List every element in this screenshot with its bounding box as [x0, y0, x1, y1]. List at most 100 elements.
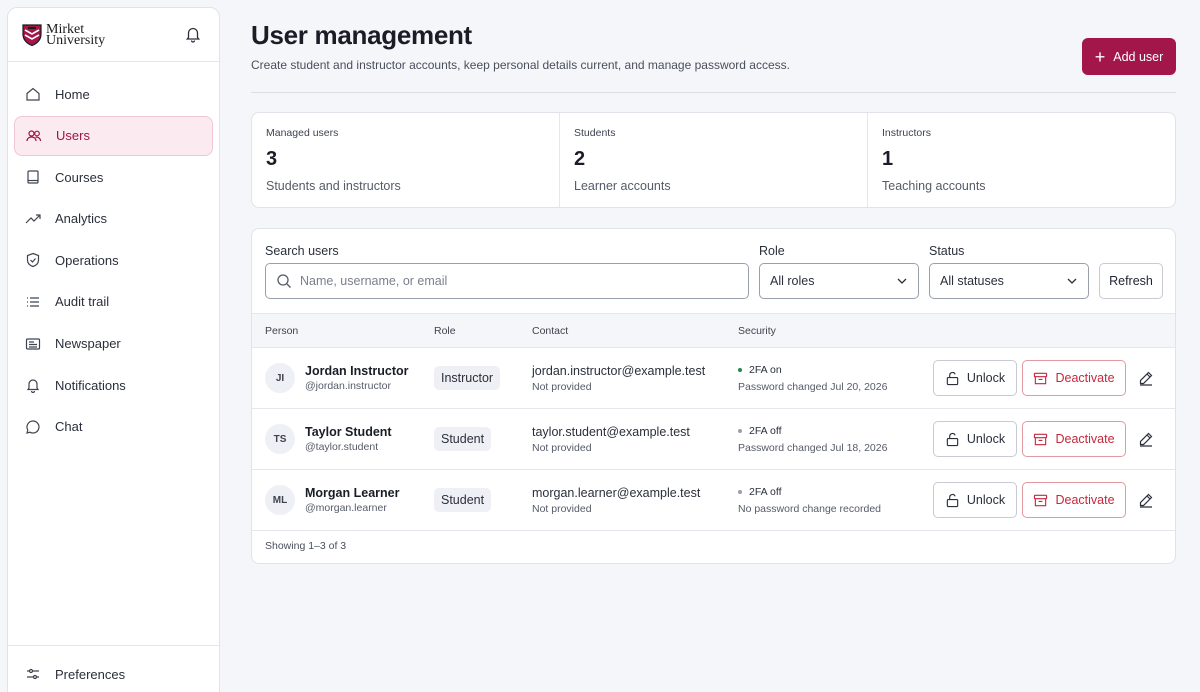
bell-icon — [26, 379, 40, 394]
deactivate-button[interactable]: Deactivate — [1022, 360, 1126, 396]
edit-button[interactable] — [1136, 368, 1156, 388]
page-subtitle: Create student and instructor accounts, … — [251, 58, 790, 72]
add-user-label: Add user — [1113, 49, 1164, 64]
sidebar-item-label: Audit trail — [55, 294, 110, 310]
contact-email: taylor.student@example.test — [532, 425, 690, 439]
contact-email: morgan.learner@example.test — [532, 486, 701, 500]
home-icon — [26, 87, 40, 101]
status-dot-icon — [738, 490, 742, 494]
sidebar-item-label: Courses — [55, 169, 104, 185]
brand-line2: University — [46, 32, 106, 48]
search-field[interactable] — [265, 263, 749, 299]
sidebar-item-label: Notifications — [55, 377, 126, 393]
role-badge: Instructor — [434, 366, 501, 390]
trend-icon — [25, 214, 41, 224]
header-divider — [251, 92, 1176, 93]
unlock-label: Unlock — [966, 432, 1006, 446]
brand[interactable]: Mirket University — [8, 8, 219, 62]
person-username: @taylor.student — [305, 441, 379, 453]
sidebar-item-operations[interactable]: Operations — [14, 240, 213, 280]
book-icon — [27, 170, 39, 184]
sidebar-item-label: Chat — [55, 419, 83, 435]
status-dot-icon — [738, 429, 742, 433]
password-status: No password change recorded — [738, 503, 882, 515]
deactivate-label: Deactivate — [1055, 493, 1115, 507]
sidebar-item-audit-trail[interactable]: Audit trail — [14, 282, 213, 322]
sidebar-item-preferences[interactable]: Preferences — [14, 654, 213, 692]
sidebar-item-chat[interactable]: Chat — [14, 407, 213, 447]
edit-button[interactable] — [1136, 429, 1156, 449]
users-icon — [26, 129, 42, 141]
stat-students: Students 2 Learner accounts — [560, 113, 868, 207]
brand-name: Mirket University — [46, 22, 106, 48]
pencil-icon — [1139, 493, 1153, 508]
stat-description: Learner accounts — [574, 179, 671, 193]
pagination-summary: Showing 1–3 of 3 — [265, 540, 347, 552]
sidebar: Mirket University Home Users Courses Ana… — [7, 7, 220, 692]
users-panel: Search users Role All roles Status All s… — [251, 228, 1176, 564]
avatar: TS — [265, 424, 295, 454]
person-username: @jordan.instructor — [305, 380, 391, 392]
chat-icon — [26, 420, 40, 434]
edit-button[interactable] — [1136, 490, 1156, 510]
sidebar-item-users[interactable]: Users — [14, 115, 213, 156]
sliders-icon — [27, 668, 39, 680]
avatar: JI — [265, 363, 295, 393]
shield-check-icon — [26, 253, 40, 268]
twofa-label: 2FA off — [749, 425, 782, 437]
stat-value: 2 — [574, 148, 586, 170]
contact-phone: Not provided — [532, 381, 592, 393]
avatar: ML — [265, 485, 295, 515]
person-name: Taylor Student — [305, 425, 392, 439]
chevron-down-icon — [1067, 278, 1077, 284]
deactivate-button[interactable]: Deactivate — [1022, 421, 1126, 457]
unlock-button[interactable]: Unlock — [933, 482, 1017, 518]
archive-icon — [1034, 372, 1048, 384]
role-select-value: All roles — [770, 274, 815, 288]
person-name: Morgan Learner — [305, 486, 400, 500]
sidebar-item-home[interactable]: Home — [14, 74, 213, 114]
unlock-button[interactable]: Unlock — [933, 360, 1017, 396]
password-status: Password changed Jul 18, 2026 — [738, 442, 888, 454]
search-icon — [277, 274, 291, 288]
twofa-label: 2FA off — [749, 486, 782, 498]
deactivate-label: Deactivate — [1055, 371, 1115, 385]
status-label: Status — [929, 244, 965, 258]
sidebar-item-analytics[interactable]: Analytics — [14, 199, 213, 239]
sidebar-item-newspaper[interactable]: Newspaper — [14, 324, 213, 364]
add-user-button[interactable]: + Add user — [1082, 38, 1176, 75]
search-label: Search users — [265, 244, 339, 258]
plus-icon: + — [1094, 46, 1106, 67]
role-badge: Student — [434, 427, 492, 451]
newspaper-icon — [25, 337, 41, 350]
sidebar-item-courses[interactable]: Courses — [14, 157, 213, 197]
role-badge: Student — [434, 488, 492, 512]
column-role: Role — [434, 325, 456, 337]
refresh-button[interactable]: Refresh — [1099, 263, 1163, 299]
column-security: Security — [738, 325, 776, 337]
role-select[interactable]: All roles — [759, 263, 919, 299]
column-contact: Contact — [532, 325, 569, 337]
unlock-icon — [946, 432, 959, 446]
status-select[interactable]: All statuses — [929, 263, 1089, 299]
search-input[interactable] — [300, 274, 720, 288]
deactivate-button[interactable]: Deactivate — [1022, 482, 1126, 518]
column-person: Person — [265, 325, 299, 337]
list-icon — [27, 297, 39, 307]
unlock-button[interactable]: Unlock — [933, 421, 1017, 457]
contact-phone: Not provided — [532, 503, 592, 515]
stat-managed-users: Managed users 3 Students and instructors — [252, 113, 560, 207]
password-status: Password changed Jul 20, 2026 — [738, 381, 888, 393]
twofa-status: 2FA off — [738, 425, 782, 437]
archive-icon — [1034, 494, 1048, 506]
page-title: User management — [251, 20, 472, 50]
status-select-value: All statuses — [940, 274, 1004, 288]
sidebar-footer: Preferences — [8, 645, 219, 692]
twofa-status: 2FA on — [738, 364, 782, 376]
sidebar-item-notifications[interactable]: Notifications — [14, 365, 213, 405]
notifications-bell-icon[interactable] — [184, 25, 202, 43]
sidebar-item-label: Users — [56, 128, 90, 144]
stat-label: Managed users — [266, 127, 339, 139]
stat-description: Students and instructors — [266, 179, 401, 193]
stat-label: Instructors — [882, 127, 932, 139]
